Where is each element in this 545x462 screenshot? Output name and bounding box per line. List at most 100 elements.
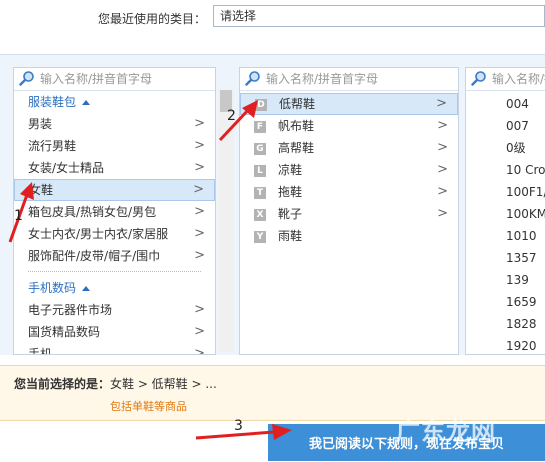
group-divider	[28, 271, 201, 273]
item-label: 雨鞋	[278, 229, 303, 243]
chevron-right-icon: >	[194, 324, 205, 339]
level2-item-boots[interactable]: X 靴子 >	[240, 203, 458, 225]
summary-label: 您当前选择的是：	[14, 377, 111, 391]
item-label: 箱包皮具/热销女包/男包	[28, 205, 157, 219]
item-label: 服饰配件/皮带/帽子/围巾	[28, 249, 161, 263]
level2-item-slippers[interactable]: T 拖鞋 >	[240, 181, 458, 203]
level1-item-mens-shoes[interactable]: 流行男鞋 >	[14, 135, 215, 157]
level3-item[interactable]: 0级	[466, 137, 545, 159]
item-label: 低帮鞋	[279, 97, 316, 111]
level1-item-phones[interactable]: 手机 >	[14, 343, 215, 355]
chevron-right-icon: >	[437, 184, 448, 199]
level2-search-input[interactable]	[264, 69, 438, 89]
annotation-arrow-2	[218, 100, 258, 142]
level3-item[interactable]: 1828	[466, 313, 545, 335]
watermark-text: 广东龙网	[396, 418, 496, 446]
level2-item-high-top[interactable]: G 高帮鞋 >	[240, 137, 458, 159]
chevron-right-icon: >	[194, 160, 205, 175]
category-picker: 服装鞋包 男装 > 流行男鞋 > 女装/女士精品 > 女鞋> 箱包皮具/热销女包/男包…	[0, 54, 545, 355]
annotation-arrow-3	[195, 424, 292, 440]
chevron-right-icon: >	[194, 204, 205, 219]
chevron-right-icon: >	[194, 226, 205, 241]
item-label: 流行男鞋	[28, 139, 77, 153]
level2-item-low-top[interactable]: D 低帮鞋 >	[240, 93, 458, 115]
level2-item-sandals[interactable]: L 凉鞋 >	[240, 159, 458, 181]
chevron-right-icon: >	[437, 140, 448, 155]
annotation-step-1: 1	[14, 208, 23, 224]
level3-item[interactable]: 1659	[466, 291, 545, 313]
level3-item[interactable]: 004	[466, 93, 545, 115]
letter-badge: L	[254, 164, 266, 177]
chevron-right-icon: >	[437, 118, 448, 133]
category-column-level1: 服装鞋包 男装 > 流行男鞋 > 女装/女士精品 > 女鞋> 箱包皮具/热销女包/男包…	[13, 67, 216, 355]
letter-badge: X	[254, 208, 266, 221]
item-label: 手机	[28, 347, 53, 355]
level3-search	[466, 68, 545, 91]
search-icon	[245, 71, 260, 86]
group-head-digital[interactable]: 手机数码	[14, 277, 215, 299]
level3-item[interactable]: 139	[466, 269, 545, 291]
item-label: 靴子	[278, 207, 303, 221]
item-label: 帆布鞋	[278, 119, 315, 133]
level1-search	[14, 68, 215, 91]
level2-item-rain-boots[interactable]: Y 雨鞋	[240, 225, 458, 247]
annotation-step-3: 3	[234, 418, 243, 434]
group-head-clothing[interactable]: 服装鞋包	[14, 91, 215, 113]
item-label: 拖鞋	[278, 185, 303, 199]
category-column-level3: 004 007 0级 10 Cros 100F1/ 100KM 1010 135…	[465, 67, 545, 355]
level3-item[interactable]: 007	[466, 115, 545, 137]
level1-item-domestic-digital[interactable]: 国货精品数码 >	[14, 321, 215, 343]
item-label: 国货精品数码	[28, 325, 101, 339]
chevron-right-icon: >	[194, 346, 205, 355]
item-label: 凉鞋	[278, 163, 303, 177]
recent-category-bar: 您最近使用的类目： 请选择	[0, 0, 545, 42]
level1-list: 服装鞋包 男装 > 流行男鞋 > 女装/女士精品 > 女鞋 > 箱包皮具/热销女包/男包…	[14, 91, 215, 355]
collapse-up-icon	[82, 100, 91, 105]
collapse-up-icon	[82, 286, 91, 291]
category-column-level2: D低帮鞋> F帆布鞋> G高帮鞋> L凉鞋> T拖鞋> X靴子> Y雨鞋	[239, 67, 459, 355]
level1-item-womens-shoes[interactable]: 女鞋 >	[14, 179, 215, 201]
recent-category-label: 您最近使用的类目：	[98, 12, 207, 26]
item-label: 高帮鞋	[278, 141, 315, 155]
chevron-right-icon: >	[194, 138, 205, 153]
chevron-right-icon: >	[436, 96, 447, 111]
item-label: 电子元器件市场	[28, 303, 113, 317]
chevron-right-icon: >	[194, 302, 205, 317]
level3-item[interactable]: 10 Cros	[466, 159, 545, 181]
level1-item-bags[interactable]: 箱包皮具/热销女包/男包 >	[14, 201, 215, 223]
level1-item-accessories[interactable]: 服饰配件/皮带/帽子/围巾 >	[14, 245, 215, 267]
chevron-right-icon: >	[194, 248, 205, 263]
level3-item[interactable]: 100F1/	[466, 181, 545, 203]
annotation-step-2: 2	[227, 108, 236, 124]
item-label: 女装/女士精品	[28, 161, 105, 175]
level1-item-underwear[interactable]: 女士内衣/男士内衣/家居服 >	[14, 223, 215, 245]
search-icon	[471, 71, 486, 86]
level1-item-womenswear[interactable]: 女装/女士精品 >	[14, 157, 215, 179]
level3-item[interactable]: 1010	[466, 225, 545, 247]
level2-search	[240, 68, 458, 91]
letter-badge: Y	[254, 230, 266, 243]
chevron-right-icon: >	[437, 206, 448, 221]
group-title: 手机数码	[28, 281, 77, 295]
recent-category-select[interactable]: 请选择	[213, 5, 545, 27]
level1-search-input[interactable]	[38, 69, 212, 89]
group-title: 服装鞋包	[28, 95, 77, 109]
summary-path: 女鞋 > 低帮鞋 > ...	[110, 377, 217, 391]
level3-item[interactable]: 1920	[466, 335, 545, 354]
item-label: 女士内衣/男士内衣/家居服	[28, 227, 169, 241]
level1-item-electronic-components[interactable]: 电子元器件市场 >	[14, 299, 215, 321]
item-label: 男装	[28, 117, 53, 131]
summary-subtext: 包括单鞋等商品	[110, 400, 187, 413]
level1-item-menswear[interactable]: 男装 >	[14, 113, 215, 135]
letter-badge: T	[254, 186, 266, 199]
chevron-right-icon: >	[194, 116, 205, 131]
level2-item-canvas[interactable]: F 帆布鞋 >	[240, 115, 458, 137]
level3-item[interactable]: 100KM	[466, 203, 545, 225]
chevron-right-icon: >	[437, 162, 448, 177]
level3-item[interactable]: 1357	[466, 247, 545, 269]
level3-search-input[interactable]	[490, 69, 545, 89]
level2-list: D 低帮鞋 > F 帆布鞋 > G 高帮鞋 > L 凉鞋 > T 拖鞋 > X 靴子 > Y 雨鞋	[240, 91, 458, 247]
search-icon	[19, 71, 34, 86]
chevron-right-icon: >	[193, 182, 204, 197]
level3-list: 004 007 0级 10 Cros 100F1/ 100KM 1010 135…	[466, 91, 545, 354]
